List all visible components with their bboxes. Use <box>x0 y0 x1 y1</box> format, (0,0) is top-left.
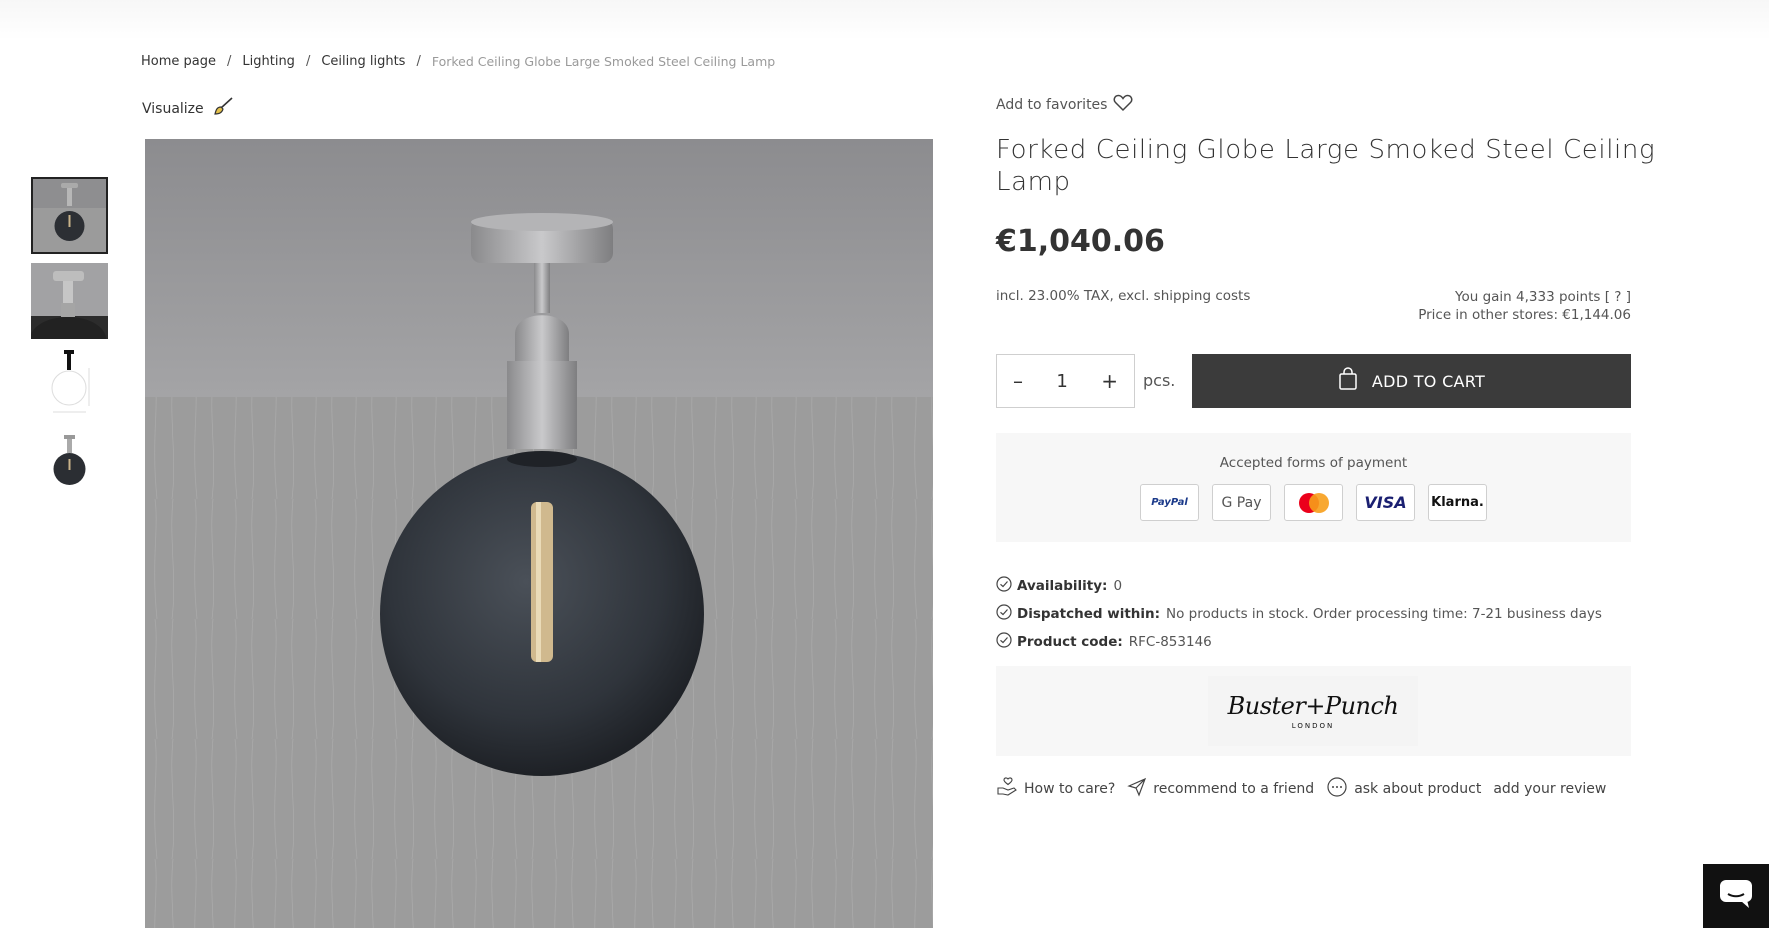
breadcrumb-current: Forked Ceiling Globe Large Smoked Steel … <box>431 54 776 69</box>
ask-about-product-label: ask about product <box>1354 781 1482 797</box>
paper-plane-icon <box>1127 777 1147 801</box>
payment-methods-panel: Accepted forms of payment PayPal G Pay V… <box>996 433 1631 542</box>
breadcrumb-separator: / <box>305 54 311 69</box>
check-circle-icon <box>996 576 1017 596</box>
product-details: Availability: 0 Dispatched within: No pr… <box>996 572 1602 656</box>
dispatch-row: Dispatched within: No products in stock.… <box>996 600 1602 628</box>
klarna-icon: Klarna. <box>1428 484 1487 521</box>
add-review-label: add your review <box>1493 781 1607 797</box>
check-circle-icon <box>996 604 1017 624</box>
product-actions: How to care? recommend to a friend ask a… <box>996 776 1618 802</box>
visa-icon: VISA <box>1356 484 1415 521</box>
breadcrumb-separator: / <box>227 54 232 69</box>
availability-label: Availability: <box>1017 578 1108 594</box>
availability-row: Availability: 0 <box>996 572 1602 600</box>
live-chat-button[interactable] <box>1703 864 1769 928</box>
thumbnail-detail[interactable] <box>31 263 108 339</box>
payment-methods-label: Accepted forms of payment <box>1219 455 1408 471</box>
other-stores-price: Price in other stores: €1,144.06 <box>1418 307 1631 323</box>
thumbnail-dimensions[interactable] <box>31 348 108 425</box>
paintbrush-icon <box>212 97 234 121</box>
add-to-cart-label: ADD TO CART <box>1371 371 1486 391</box>
breadcrumb-lighting[interactable]: Lighting <box>242 54 295 69</box>
add-to-favorites[interactable]: Add to favorites <box>996 94 1133 116</box>
klarna-label: Klarna. <box>1431 495 1484 510</box>
product-main-image[interactable] <box>145 139 933 928</box>
chat-icon <box>1719 879 1753 913</box>
ask-about-product-link[interactable]: ask about product <box>1326 776 1481 802</box>
hand-heart-icon <box>996 776 1018 802</box>
recommend-link[interactable]: recommend to a friend <box>1127 777 1314 801</box>
add-to-cart-button[interactable]: ADD TO CART <box>1192 354 1631 408</box>
brand-panel: Buster+Punch LONDON <box>996 666 1631 756</box>
product-code-row: Product code: RFC-853146 <box>996 628 1602 656</box>
product-title: Forked Ceiling Globe Large Smoked Steel … <box>996 135 1656 197</box>
paypal-icon: PayPal <box>1140 484 1199 521</box>
breadcrumb-home[interactable]: Home page <box>141 54 216 69</box>
top-header-bar <box>0 0 1769 40</box>
chat-bubble-icon <box>1326 776 1348 802</box>
mastercard-icon <box>1284 484 1343 521</box>
thumbnail-front[interactable] <box>31 177 108 254</box>
quantity-stepper: – 1 + <box>996 354 1135 408</box>
brand-name: Buster+Punch <box>1227 692 1399 720</box>
favorites-label: Add to favorites <box>996 97 1108 113</box>
google-pay-icon: G Pay <box>1212 484 1271 521</box>
how-to-care-label: How to care? <box>1024 781 1116 797</box>
product-price: €1,040.06 <box>996 224 1165 259</box>
points-info: You gain 4,333 points [ ? ] Price in oth… <box>1418 288 1631 324</box>
dispatch-label: Dispatched within: <box>1017 606 1161 622</box>
paypal-label: PayPal <box>1151 497 1188 508</box>
quantity-decrease-button[interactable]: – <box>1013 369 1023 393</box>
visa-label: VISA <box>1364 493 1407 512</box>
tax-note: incl. 23.00% TAX, excl. shipping costs <box>996 288 1251 304</box>
quantity-unit: pcs. <box>1143 371 1176 390</box>
thumbnail-gallery <box>31 177 108 520</box>
visualize-label: Visualize <box>142 101 204 117</box>
add-review-link[interactable]: add your review <box>1493 781 1606 797</box>
heart-icon <box>1113 94 1133 116</box>
visualize-button[interactable]: Visualize <box>142 97 234 121</box>
google-pay-label: G Pay <box>1221 494 1262 511</box>
breadcrumb-ceiling-lights[interactable]: Ceiling lights <box>321 54 405 69</box>
shopping-bag-icon <box>1338 367 1358 395</box>
brand-logo[interactable]: Buster+Punch LONDON <box>1208 676 1418 746</box>
product-code-value: RFC-853146 <box>1128 634 1212 650</box>
breadcrumb-separator: / <box>416 54 421 69</box>
how-to-care-link[interactable]: How to care? <box>996 776 1115 802</box>
recommend-label: recommend to a friend <box>1153 781 1315 797</box>
brand-subtitle: LONDON <box>1291 722 1335 730</box>
product-code-label: Product code: <box>1017 634 1123 650</box>
breadcrumb: Home page / Lighting / Ceiling lights / … <box>141 54 775 69</box>
check-circle-icon <box>996 632 1017 652</box>
points-text[interactable]: You gain 4,333 points [ ? ] <box>1418 288 1631 306</box>
dispatch-value: No products in stock. Order processing t… <box>1166 606 1602 622</box>
quantity-input[interactable]: 1 <box>1056 371 1067 392</box>
quantity-increase-button[interactable]: + <box>1101 369 1118 393</box>
availability-value: 0 <box>1113 578 1123 594</box>
thumbnail-studio[interactable] <box>31 434 108 511</box>
